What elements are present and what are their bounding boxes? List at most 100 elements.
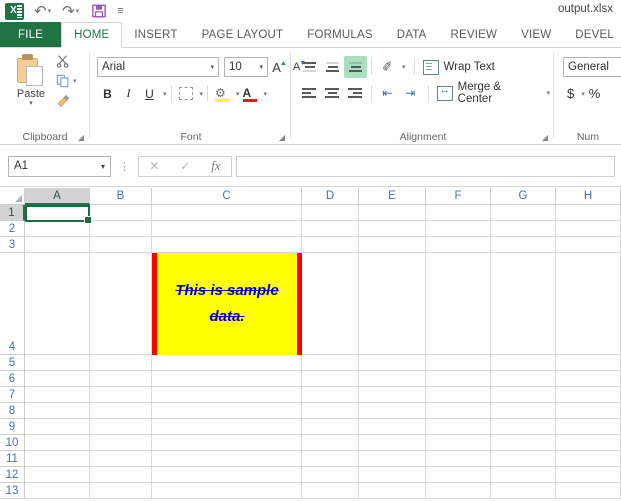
cell-b3[interactable] [90, 237, 152, 253]
row-header-2[interactable]: 2 [0, 221, 25, 237]
cell-h1[interactable] [556, 205, 621, 221]
cell-f12[interactable] [426, 467, 491, 483]
cell-b13[interactable] [90, 483, 152, 499]
cell-g13[interactable] [491, 483, 556, 499]
tab-view[interactable]: VIEW [509, 22, 563, 47]
cell-b6[interactable] [90, 371, 152, 387]
cell-f4[interactable] [426, 253, 491, 355]
cell-f10[interactable] [426, 435, 491, 451]
cell-h5[interactable] [556, 355, 621, 371]
cell-c10[interactable] [152, 435, 302, 451]
cell-e8[interactable] [359, 403, 426, 419]
cell-b11[interactable] [90, 451, 152, 467]
cell-d9[interactable] [302, 419, 359, 435]
undo-dropdown-icon[interactable]: ▾ [48, 8, 52, 15]
font-size-input[interactable]: 10 ▾ [224, 57, 268, 77]
merge-center-button[interactable]: Merge & Center ▾ [433, 81, 554, 105]
cell-h4[interactable] [556, 253, 621, 355]
cell-d12[interactable] [302, 467, 359, 483]
cell-h9[interactable] [556, 419, 621, 435]
underline-dropdown-icon[interactable]: ▾ [163, 90, 167, 98]
cell-e3[interactable] [359, 237, 426, 253]
save-button[interactable] [90, 0, 108, 22]
row-header-3[interactable]: 3 [0, 237, 25, 253]
column-header-d[interactable]: D [302, 188, 359, 205]
customize-quick-access-button[interactable]: ≡ [115, 0, 125, 22]
top-align-button[interactable] [298, 56, 321, 78]
cell-d3[interactable] [302, 237, 359, 253]
column-header-b[interactable]: B [90, 188, 152, 205]
cell-b5[interactable] [90, 355, 152, 371]
cell-f9[interactable] [426, 419, 491, 435]
cell-a4[interactable] [25, 253, 90, 355]
cell-g9[interactable] [491, 419, 556, 435]
cell-d1[interactable] [302, 205, 359, 221]
cell-a9[interactable] [25, 419, 90, 435]
cell-c4[interactable]: This is sample data. [152, 253, 302, 355]
select-all-corner[interactable] [0, 188, 25, 205]
cell-d8[interactable] [302, 403, 359, 419]
underline-button[interactable]: U [139, 83, 160, 104]
enter-icon[interactable]: ✓ [180, 159, 190, 173]
cell-e7[interactable] [359, 387, 426, 403]
tab-page-layout[interactable]: PAGE LAYOUT [190, 22, 296, 47]
cell-c9[interactable] [152, 419, 302, 435]
cell-b9[interactable] [90, 419, 152, 435]
cell-a11[interactable] [25, 451, 90, 467]
bold-button[interactable]: B [97, 83, 118, 104]
fill-color-button[interactable]: ⚙ [212, 83, 233, 104]
column-header-h[interactable]: H [556, 188, 621, 205]
cell-d7[interactable] [302, 387, 359, 403]
cell-f2[interactable] [426, 221, 491, 237]
tab-insert[interactable]: INSERT [122, 22, 189, 47]
number-format-select[interactable]: General [563, 57, 621, 77]
clipboard-dialog-launcher[interactable]: ◢ [78, 133, 84, 142]
cell-g3[interactable] [491, 237, 556, 253]
cell-c12[interactable] [152, 467, 302, 483]
cell-d5[interactable] [302, 355, 359, 371]
cell-h10[interactable] [556, 435, 621, 451]
cell-a5[interactable] [25, 355, 90, 371]
cell-g10[interactable] [491, 435, 556, 451]
currency-button[interactable]: $ [563, 83, 578, 104]
cancel-icon[interactable]: ✕ [149, 159, 159, 173]
cell-d11[interactable] [302, 451, 359, 467]
cell-b12[interactable] [90, 467, 152, 483]
cell-g8[interactable] [491, 403, 556, 419]
alignment-dialog-launcher[interactable]: ◢ [542, 133, 548, 142]
row-header-6[interactable]: 6 [0, 371, 25, 387]
cell-c2[interactable] [152, 221, 302, 237]
cell-g12[interactable] [491, 467, 556, 483]
font-size-dropdown-icon[interactable]: ▾ [259, 63, 267, 71]
row-header-11[interactable]: 11 [0, 451, 25, 467]
cell-g5[interactable] [491, 355, 556, 371]
cell-h7[interactable] [556, 387, 621, 403]
cell-a3[interactable] [25, 237, 90, 253]
cell-b2[interactable] [90, 221, 152, 237]
formula-input[interactable] [236, 155, 615, 177]
row-header-12[interactable]: 12 [0, 467, 25, 483]
paste-button[interactable]: Paste ▾ [8, 54, 54, 120]
cell-e5[interactable] [359, 355, 426, 371]
column-header-g[interactable]: G [491, 188, 556, 205]
cell-c7[interactable] [152, 387, 302, 403]
cell-h13[interactable] [556, 483, 621, 499]
tab-formulas[interactable]: FORMULAS [295, 22, 385, 47]
row-header-8[interactable]: 8 [0, 403, 25, 419]
borders-dropdown-icon[interactable]: ▾ [200, 90, 204, 98]
copy-dropdown-icon[interactable]: ▾ [73, 77, 77, 85]
copy-button[interactable]: ▾ [56, 74, 77, 88]
font-dialog-launcher[interactable]: ◢ [279, 133, 285, 142]
cell-b4[interactable] [90, 253, 152, 355]
font-color-dropdown-icon[interactable]: ▾ [264, 90, 268, 98]
cell-e10[interactable] [359, 435, 426, 451]
cell-c5[interactable] [152, 355, 302, 371]
cell-e2[interactable] [359, 221, 426, 237]
cell-e1[interactable] [359, 205, 426, 221]
cell-e13[interactable] [359, 483, 426, 499]
cell-f3[interactable] [426, 237, 491, 253]
cell-e6[interactable] [359, 371, 426, 387]
percent-button[interactable]: % [585, 83, 605, 104]
cell-b8[interactable] [90, 403, 152, 419]
cell-d10[interactable] [302, 435, 359, 451]
